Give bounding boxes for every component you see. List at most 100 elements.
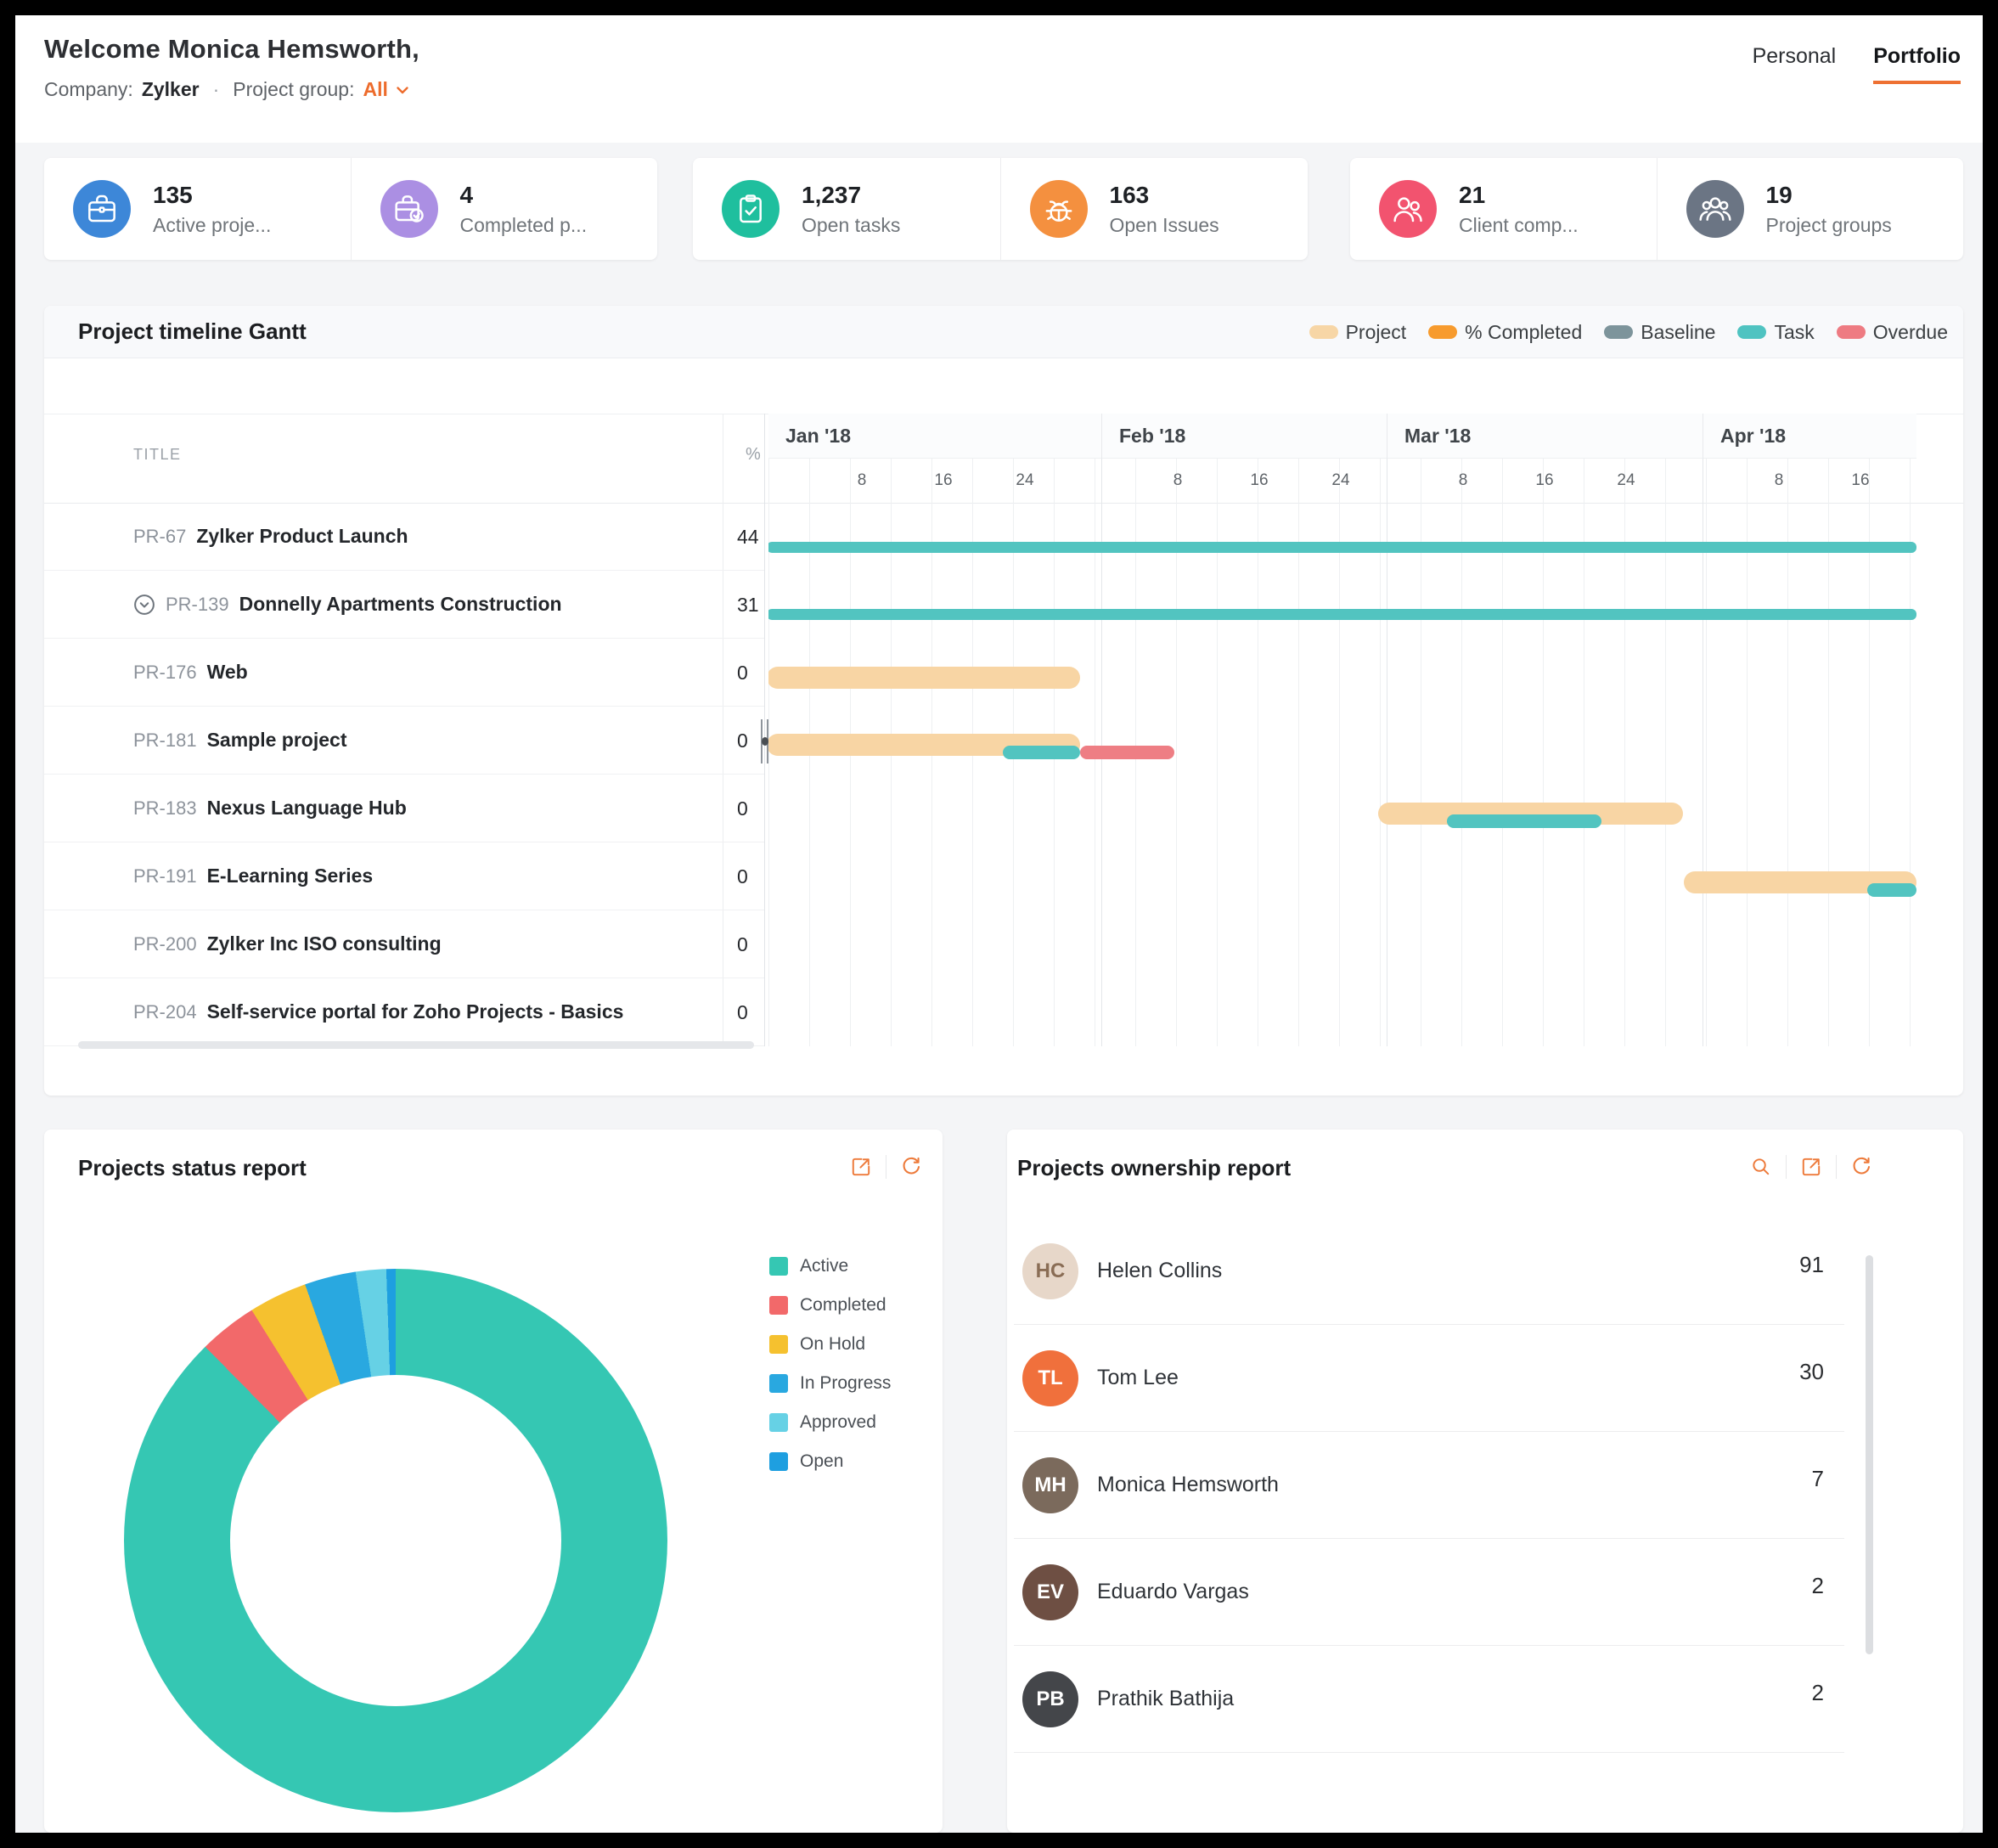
legend-item-overdue: Overdue (1837, 321, 1948, 344)
people-two-icon-wrap (1379, 180, 1437, 238)
gantt-title: Project timeline Gantt (78, 318, 307, 345)
chevron-down-icon (393, 81, 412, 99)
stat-value: 19 (1766, 182, 1892, 209)
expand-icon[interactable] (1800, 1156, 1822, 1178)
legend-swatch (1837, 325, 1866, 339)
stat-text: 21Client comp... (1459, 182, 1579, 237)
month-cell: Feb '18 (1101, 414, 1387, 459)
project-bar[interactable] (768, 667, 1080, 689)
stat-value: 4 (460, 182, 588, 209)
gantt-row[interactable]: PR-67Zylker Product Launch (44, 503, 764, 571)
status-legend-label: Completed (800, 1295, 886, 1316)
owner-project-count: 30 (1799, 1359, 1824, 1385)
legend-label: Overdue (1873, 321, 1948, 344)
avatar: EV (1022, 1564, 1078, 1620)
status-legend: ActiveCompletedOn HoldIn ProgressApprove… (769, 1257, 891, 1471)
page-header: Welcome Monica Hemsworth, Company: Zylke… (44, 34, 419, 101)
legend-label: Baseline (1641, 321, 1715, 344)
status-legend-swatch (769, 1257, 788, 1276)
gantt-row[interactable]: PR-204Self-service portal for Zoho Proje… (44, 978, 764, 1046)
stat-value: 163 (1110, 182, 1219, 209)
project-percent: 0 (737, 910, 763, 978)
day-tick-label: 16 (1851, 471, 1869, 490)
company-label: Company: (44, 78, 133, 101)
ownership-row[interactable]: EVEduardo Vargas2 (1007, 1539, 1963, 1646)
completed-projects-card[interactable]: 4Completed p... (351, 158, 658, 260)
task-bar[interactable] (768, 542, 1916, 553)
separator-dot: · (208, 78, 225, 101)
ownership-scrollbar-thumb[interactable] (1866, 1255, 1873, 1654)
legend-label: Task (1774, 321, 1814, 344)
project-groups-card[interactable]: 19Project groups (1657, 158, 1964, 260)
project-name: Donnelly Apartments Construction (239, 593, 562, 616)
status-legend-label: Approved (800, 1412, 876, 1433)
month-cell: Mar '18 (1387, 414, 1703, 459)
stat-value: 135 (153, 182, 271, 209)
client-companies-card[interactable]: 21Client comp... (1350, 158, 1657, 260)
overdue-bar[interactable] (1080, 746, 1174, 759)
search-icon[interactable] (1750, 1156, 1772, 1178)
day-tick-label: 8 (1459, 471, 1468, 490)
ownership-row[interactable]: TLTom Lee30 (1007, 1325, 1963, 1432)
project-percent: 0 (737, 842, 763, 910)
task-bar[interactable] (1867, 883, 1916, 897)
status-legend-swatch (769, 1335, 788, 1354)
project-percent: 0 (737, 707, 763, 775)
tab-portfolio[interactable]: Portfolio (1873, 44, 1961, 84)
active-projects-card[interactable]: 135Active proje... (44, 158, 351, 260)
ownership-row[interactable]: HCHelen Collins91 (1007, 1218, 1963, 1325)
gantt-row[interactable]: PR-139Donnelly Apartments Construction (44, 571, 764, 639)
expand-icon[interactable] (850, 1156, 872, 1178)
chevron-down-circle-icon[interactable] (132, 592, 157, 617)
legend-item-task: Task (1737, 321, 1814, 344)
open-issues-card[interactable]: 163 Open Issues (1000, 158, 1309, 260)
project-name: E-Learning Series (207, 865, 374, 887)
project-id: PR-176 (133, 662, 197, 684)
project-percent: 44 (737, 503, 763, 571)
stat-label: Open Issues (1110, 214, 1219, 237)
legend-label: Project (1346, 321, 1407, 344)
gantt-panel-header: Project timeline Gantt Project% Complete… (44, 306, 1963, 358)
dashboard-page: Welcome Monica Hemsworth, Company: Zylke… (0, 0, 1998, 1848)
status-legend-label: On Hold (800, 1334, 865, 1355)
day-tick-label: 8 (1775, 471, 1784, 490)
gantt-col-percent-header: % (746, 445, 761, 465)
task-bar[interactable] (1447, 814, 1601, 828)
legend-item-project: Project (1309, 321, 1407, 344)
project-name: Sample project (207, 729, 347, 752)
status-legend-label: In Progress (800, 1373, 891, 1394)
bug-icon (1042, 192, 1076, 226)
open-tasks-card[interactable]: 1,237Open tasks (693, 158, 1000, 260)
task-bar[interactable] (768, 609, 1916, 620)
gantt-row[interactable]: PR-176 Web (44, 639, 764, 707)
refresh-icon[interactable] (900, 1156, 922, 1178)
gantt-row[interactable]: PR-183Nexus Language Hub (44, 775, 764, 842)
task-bar[interactable] (1003, 746, 1080, 759)
project-group-value: All (363, 78, 387, 101)
ownership-row[interactable]: PBPrathik Bathija2 (1007, 1646, 1963, 1753)
project-name: Web (207, 661, 248, 684)
tab-personal[interactable]: Personal (1753, 44, 1837, 84)
project-group-dropdown[interactable]: All (363, 78, 411, 101)
owner-name: Tom Lee (1097, 1366, 1179, 1390)
refresh-icon[interactable] (1850, 1156, 1872, 1178)
gantt-col-title-header: TITLE (133, 446, 182, 464)
project-group-label: Project group: (233, 78, 354, 101)
briefcase-icon-wrap (73, 180, 131, 238)
gantt-row[interactable]: PR-181Sample project (44, 707, 764, 775)
project-id: PR-183 (133, 797, 197, 820)
status-legend-item-completed: Completed (769, 1296, 891, 1315)
status-legend-item-open: Open (769, 1452, 891, 1471)
ownership-row[interactable]: MHMonica Hemsworth7 (1007, 1432, 1963, 1539)
status-donut-chart[interactable] (124, 1269, 667, 1812)
gantt-row[interactable]: PR-191E-Learning Series (44, 842, 764, 910)
people-two-icon (1391, 192, 1425, 226)
month-label: Feb '18 (1119, 425, 1185, 448)
gantt-horizontal-scrollbar[interactable] (78, 1041, 754, 1049)
briefcase-check-icon-wrap (380, 180, 438, 238)
day-tick-label: 16 (1250, 471, 1268, 490)
gantt-row[interactable]: PR-200Zylker Inc ISO consulting (44, 910, 764, 978)
day-tick-label: 16 (934, 471, 952, 490)
day-tick-label: 8 (1173, 471, 1183, 490)
day-tick-label: 8 (858, 471, 867, 490)
